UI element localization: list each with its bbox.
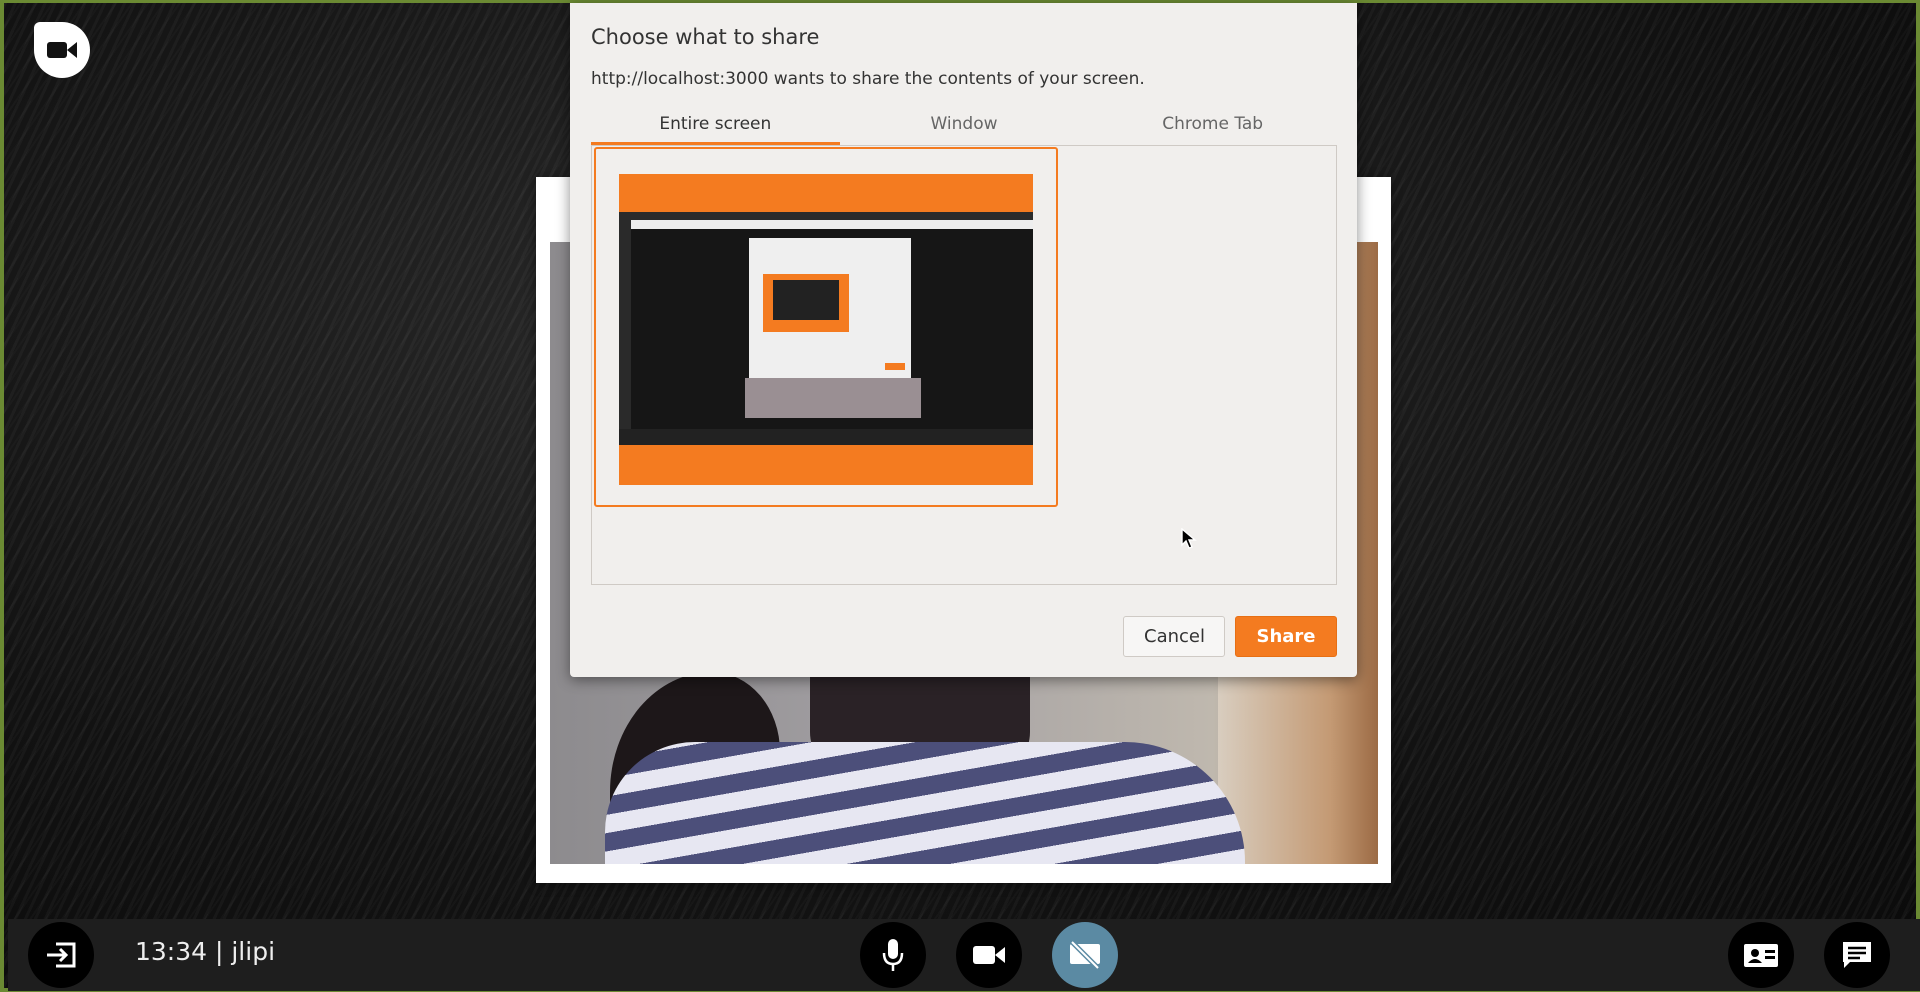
- camera-button[interactable]: [956, 922, 1022, 988]
- leave-call-icon: [47, 942, 76, 968]
- app-background: Choose what to share http://localhost:30…: [0, 0, 1920, 992]
- screen-source-item[interactable]: [594, 147, 1058, 507]
- share-picker-dialog: Choose what to share http://localhost:30…: [570, 3, 1357, 677]
- contact-card-icon: [1744, 944, 1778, 967]
- dialog-subtitle: http://localhost:3000 wants to share the…: [591, 69, 1145, 89]
- call-status-text: 13:34 | jlipi: [135, 937, 276, 966]
- dialog-title: Choose what to share: [591, 25, 820, 49]
- leave-call-button[interactable]: [28, 922, 94, 988]
- screen-thumbnail: [619, 174, 1033, 485]
- share-button[interactable]: Share: [1235, 616, 1337, 657]
- video-camera-icon: [973, 946, 1005, 964]
- participants-button[interactable]: [1728, 922, 1794, 988]
- screen-share-off-icon: [1070, 940, 1100, 970]
- app-logo: [34, 22, 90, 78]
- tab-chrome-tab[interactable]: Chrome Tab: [1088, 109, 1337, 145]
- microphone-button[interactable]: [860, 922, 926, 988]
- chat-icon: [1843, 942, 1871, 968]
- tab-entire-screen[interactable]: Entire screen: [591, 109, 840, 145]
- call-toolbar: 13:34 | jlipi: [8, 919, 1920, 991]
- share-tabs: Entire screen Window Chrome Tab: [591, 109, 1337, 145]
- cancel-button[interactable]: Cancel: [1123, 616, 1225, 657]
- tab-window[interactable]: Window: [840, 109, 1089, 145]
- source-list: [591, 145, 1337, 585]
- chat-button[interactable]: [1824, 922, 1890, 988]
- video-camera-icon: [47, 42, 77, 58]
- dialog-buttons: Cancel Share: [1123, 616, 1337, 657]
- mouse-cursor-icon: [1181, 528, 1197, 549]
- microphone-icon: [882, 939, 904, 971]
- screen-share-button[interactable]: [1052, 922, 1118, 988]
